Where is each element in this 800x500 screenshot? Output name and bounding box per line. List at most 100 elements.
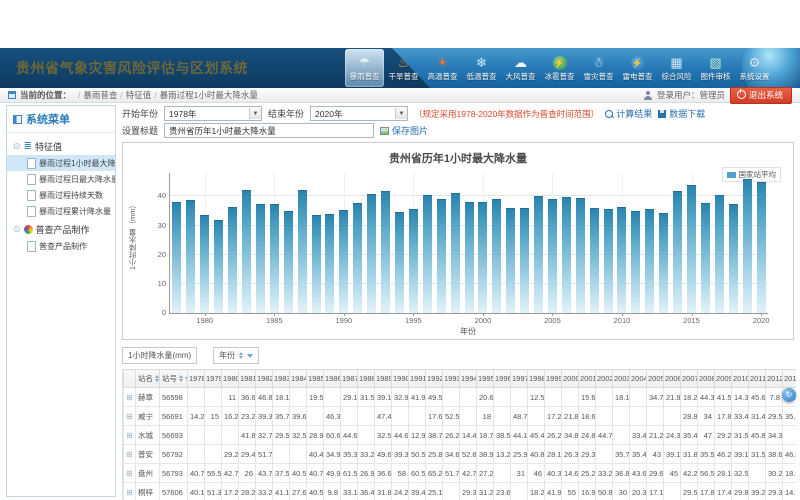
value-cell: 32.7 [256, 426, 273, 445]
column-header-year-2005[interactable]: 2005 [647, 370, 664, 388]
column-header-year-2003[interactable]: 2003 [613, 370, 630, 388]
tree-group-products[interactable]: ⊙普查产品制作 [7, 219, 115, 238]
column-header-year-1979[interactable]: 1979 [205, 370, 222, 388]
column-header-year-2001[interactable]: 2001 [579, 370, 596, 388]
row-expander-icon[interactable]: ⊞ [124, 464, 136, 483]
nav-item-drought[interactable]: ♨干旱普查 [384, 49, 423, 87]
nav-item-rainstorm[interactable]: ☂暴雨普查 [345, 49, 384, 87]
sidebar-item[interactable]: 暴雨过程1小时最大降水量 [7, 155, 115, 171]
column-header-year-1987[interactable]: 1987 [341, 370, 358, 388]
sidebar-item[interactable]: 暴雨过程日最大降水量 [7, 171, 115, 187]
column-header-year-1990[interactable]: 1990 [392, 370, 409, 388]
row-expander-icon[interactable]: ⊞ [124, 388, 136, 407]
nav-item-audit[interactable]: ▧图件审核 [696, 49, 735, 87]
value-cell: 34.3 [766, 426, 783, 445]
column-header-year-1999[interactable]: 1999 [545, 370, 562, 388]
nav-item-risk[interactable]: ▦综合风险 [657, 49, 696, 87]
column-header-year-2010[interactable]: 2010 [732, 370, 749, 388]
bar-1990 [339, 210, 348, 313]
column-header-station-id[interactable]: 站号 [160, 370, 188, 388]
column-header-year-1992[interactable]: 1992 [426, 370, 443, 388]
value-cell: 28.8 [681, 407, 698, 426]
end-year-select[interactable]: 2020年 ▼ [310, 106, 408, 121]
column-header-year-1981[interactable]: 1981 [239, 370, 256, 388]
value-cell: 40.4 [307, 445, 324, 464]
value-cell: 27.6 [290, 483, 307, 500]
column-header-year-1994[interactable]: 1994 [460, 370, 477, 388]
column-header-year-2009[interactable]: 2009 [715, 370, 732, 388]
filter-funnel-icon [247, 354, 253, 358]
column-header-year-1998[interactable]: 1998 [528, 370, 545, 388]
row-expander-icon[interactable]: ⊞ [124, 445, 136, 464]
column-header-year-1980[interactable]: 1980 [222, 370, 239, 388]
calculate-button[interactable]: 计算结果 [605, 107, 652, 120]
nav-item-hail[interactable]: ⚡冰雹普查 [540, 49, 579, 87]
tree-group-label: 特征值 [35, 140, 62, 153]
value-cell: 16.2 [222, 407, 239, 426]
sidebar-item[interactable]: 暴雨过程累计降水量 [7, 203, 115, 219]
value-cell: 17.4 [715, 483, 732, 500]
value-cell: 15.6 [579, 388, 596, 407]
nav-item-cold[interactable]: ❄低温普查 [462, 49, 501, 87]
column-header-year-1982[interactable]: 1982 [256, 370, 273, 388]
value-filter-box[interactable]: 1小时降水量(mm) [122, 347, 197, 364]
column-header-year-1985[interactable]: 1985 [307, 370, 324, 388]
floating-action-button[interactable]: ↻ [782, 388, 796, 402]
column-header-year-2006[interactable]: 2006 [664, 370, 681, 388]
column-header-year-1995[interactable]: 1995 [477, 370, 494, 388]
column-header-year-2002[interactable]: 2002 [596, 370, 613, 388]
logout-button[interactable]: 退出系统 [730, 87, 792, 104]
column-header-year-2008[interactable]: 2008 [698, 370, 715, 388]
nav-item-snow[interactable]: ☃雪灾普查 [579, 49, 618, 87]
nav-item-wind[interactable]: ☁大风普查 [501, 49, 540, 87]
column-header-year-1993[interactable]: 1993 [443, 370, 460, 388]
sidebar-item[interactable]: 普查产品制作 [7, 238, 115, 254]
column-header-year-2013[interactable]: 2013 [783, 370, 797, 388]
expander-icon[interactable]: ⊙ [13, 225, 21, 234]
column-header-station-name[interactable]: 站名 [136, 370, 160, 388]
start-year-select[interactable]: 1978年 ▼ [164, 106, 262, 121]
column-header-year-2011[interactable]: 2011 [749, 370, 766, 388]
column-header-year-2012[interactable]: 2012 [766, 370, 783, 388]
column-header-year-1988[interactable]: 1988 [358, 370, 375, 388]
sidebar-item[interactable]: 暴雨过程持续天数 [7, 187, 115, 203]
breadcrumb-link[interactable]: 特征值 [126, 90, 152, 100]
nav-item-heat[interactable]: ☀高温普查 [423, 49, 462, 87]
year-filter-box[interactable]: 年份 [213, 347, 259, 364]
row-expander-icon[interactable]: ⊞ [124, 426, 136, 445]
chart-title-input[interactable] [164, 123, 374, 138]
save-image-button[interactable]: 保存图片 [380, 124, 428, 137]
column-header-year-1983[interactable]: 1983 [273, 370, 290, 388]
value-cell: 25.1 [426, 483, 443, 500]
value-cell [222, 426, 239, 445]
breadcrumb-link[interactable]: 暴雨过程1小时最大降水量 [160, 90, 258, 100]
value-cell: 21.9 [664, 388, 681, 407]
table-row: ⊞威宁5669114.21516.223.239.335.739.646.347… [124, 407, 797, 426]
picture-icon [380, 127, 389, 135]
value-cell [460, 407, 477, 426]
column-header-year-1978[interactable]: 1978 [188, 370, 205, 388]
column-header-year-2007[interactable]: 2007 [681, 370, 698, 388]
expander-icon[interactable]: ⊙ [13, 142, 21, 151]
download-button[interactable]: 数据下载 [658, 107, 705, 120]
table-row: ⊞盘州5679340.755.542.72643.737.540.540.749… [124, 464, 797, 483]
value-cell: 40.3 [545, 464, 562, 483]
column-header-year-1997[interactable]: 1997 [511, 370, 528, 388]
column-header-year-2000[interactable]: 2000 [562, 370, 579, 388]
row-expander-icon[interactable]: ⊞ [124, 407, 136, 426]
column-header-year-1986[interactable]: 1986 [324, 370, 341, 388]
value-cell: 31.5 [358, 388, 375, 407]
column-header-year-1989[interactable]: 1989 [375, 370, 392, 388]
value-cell: 38.9 [477, 445, 494, 464]
breadcrumb-link[interactable]: 暴雨普查 [83, 90, 117, 100]
column-header-year-1984[interactable]: 1984 [290, 370, 307, 388]
row-expander-icon[interactable]: ⊞ [124, 483, 136, 500]
nav-item-lightning[interactable]: ⚡雷电普查 [618, 49, 657, 87]
value-cell: 61.5 [341, 464, 358, 483]
column-header-year-1991[interactable]: 1991 [409, 370, 426, 388]
column-header-year-1996[interactable]: 1996 [494, 370, 511, 388]
nav-item-settings[interactable]: ⚙系统设置 [735, 49, 774, 87]
tree-group-features[interactable]: ⊙≣特征值 [7, 136, 115, 155]
column-header-year-2004[interactable]: 2004 [630, 370, 647, 388]
value-cell: 47.4 [375, 407, 392, 426]
